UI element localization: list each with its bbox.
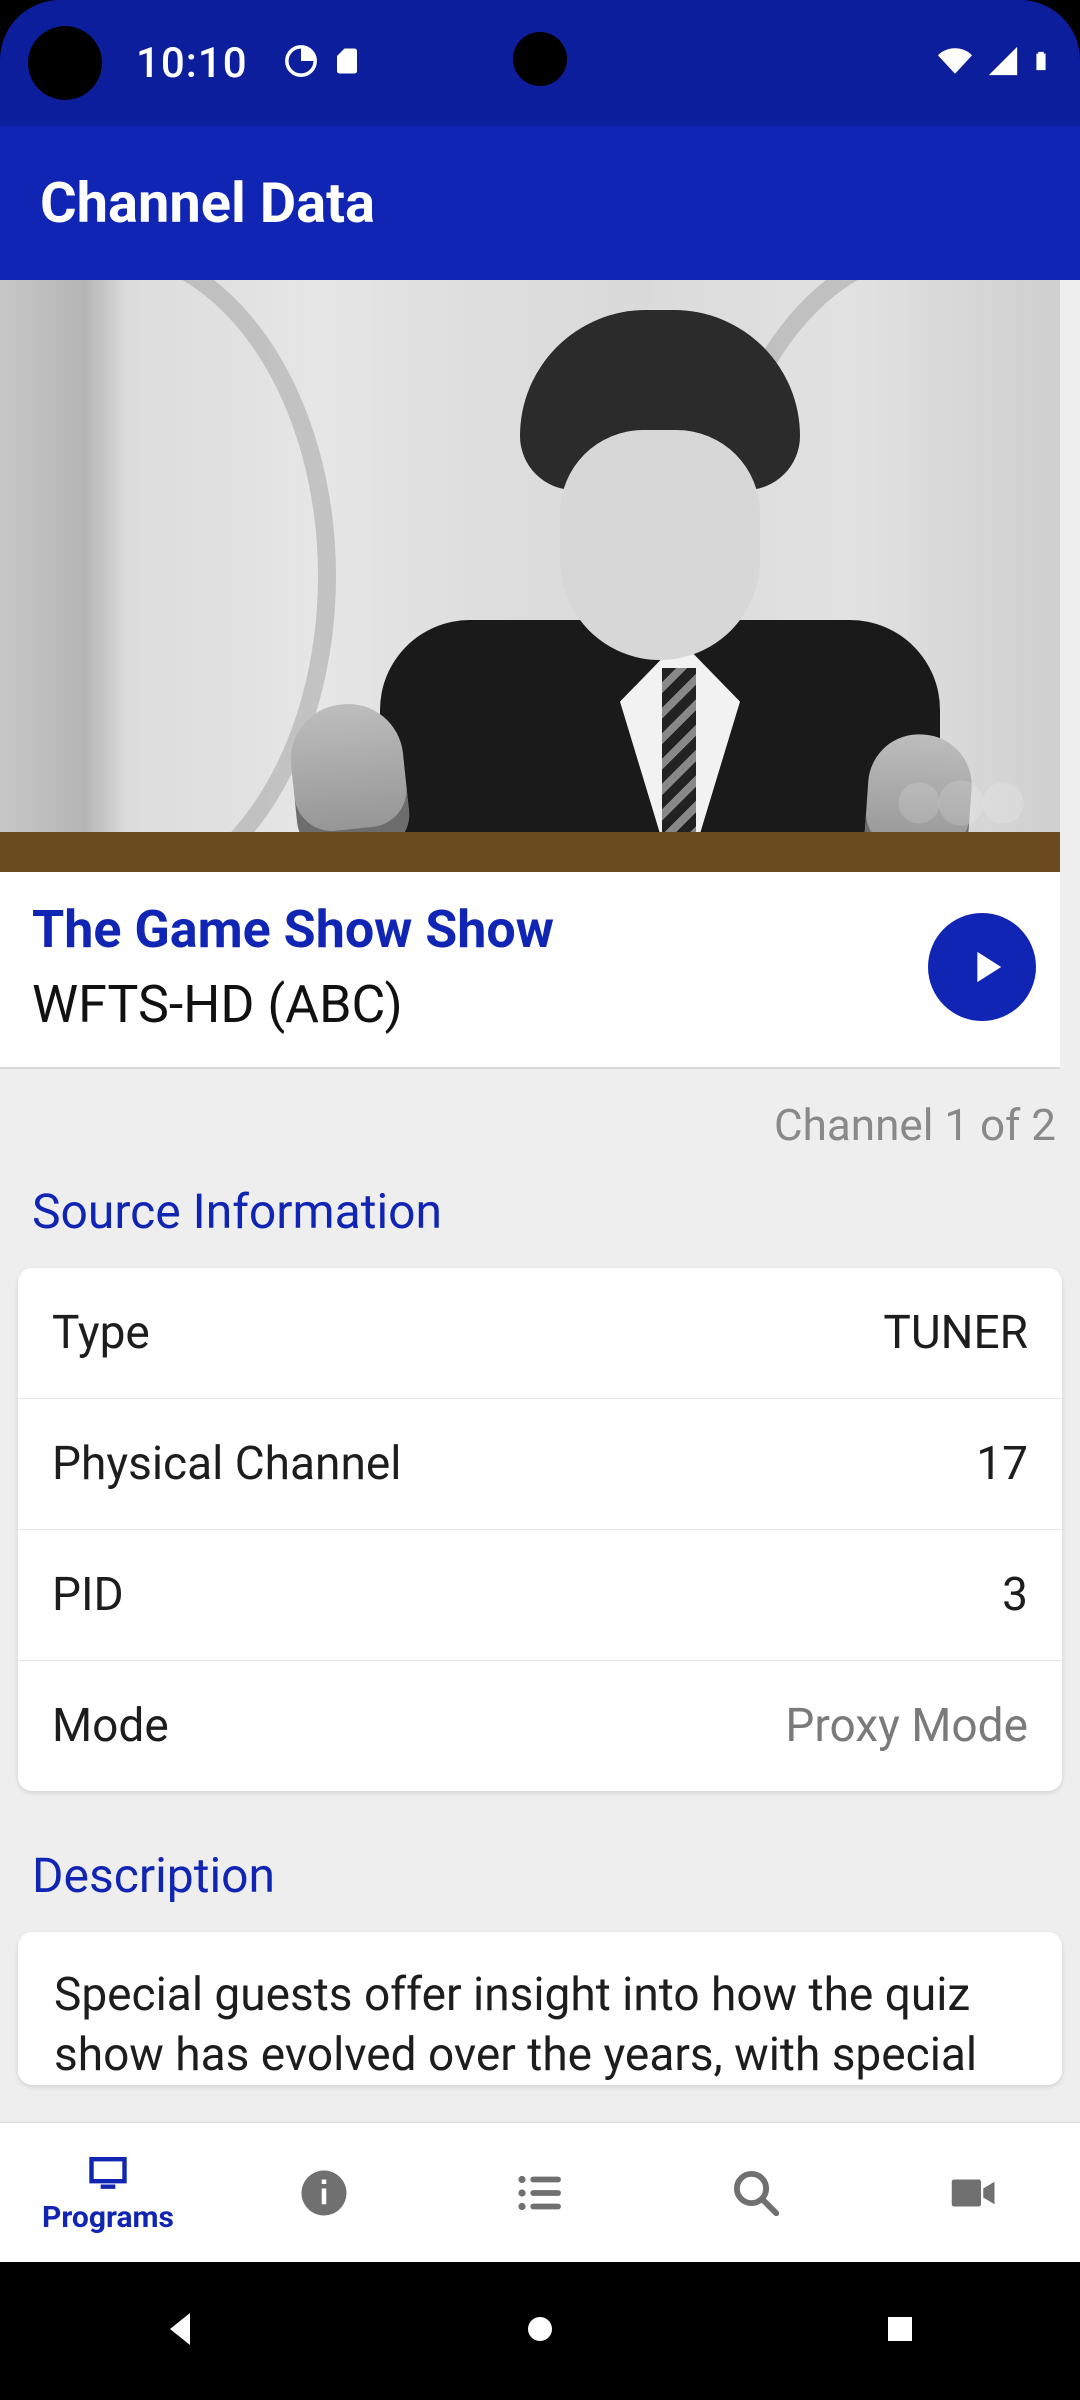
channel-counter: Channel 1 of 2 [0,1069,1080,1161]
row-physical-channel-value: 17 [976,1437,1028,1491]
program-title: The Game Show Show [32,900,554,960]
content-scroll[interactable]: The Game Show Show WFTS-HD (ABC) Channel… [0,280,1080,2124]
source-info-heading: Source Information [0,1161,1080,1268]
nav-list[interactable] [432,2123,648,2262]
video-icon [945,2166,999,2220]
page-title: Channel Data [40,170,375,236]
row-type-value: TUNER [883,1306,1028,1360]
sd-card-icon [332,43,362,83]
battery-icon [1030,42,1052,84]
status-clock: 10:10 [136,39,248,88]
row-pid-label: PID [52,1568,124,1622]
nav-search[interactable] [648,2123,864,2262]
row-physical-channel: Physical Channel 17 [18,1399,1062,1530]
info-icon [297,2166,351,2220]
row-mode-value: Proxy Mode [785,1699,1028,1753]
nav-programs-label: Programs [42,2200,174,2235]
bottom-nav: Programs [0,2122,1080,2262]
sys-back-button[interactable] [156,2305,204,2357]
description-text: Special guests offer insight into how th… [54,1966,1026,2086]
app-bar: Channel Data [0,126,1080,280]
row-pid-value: 3 [1002,1568,1028,1622]
program-header: The Game Show Show WFTS-HD (ABC) [0,872,1060,1069]
row-type-label: Type [52,1306,150,1360]
list-icon [513,2166,567,2220]
data-saver-icon [284,44,318,82]
row-physical-channel-label: Physical Channel [52,1437,401,1491]
sys-home-button[interactable] [516,2305,564,2357]
system-nav-bar [0,2262,1080,2400]
description-card: Special guests offer insight into how th… [18,1932,1062,2086]
nav-info[interactable] [216,2123,432,2262]
status-avatar-dot [28,26,102,100]
wifi-icon [934,44,976,82]
nav-video[interactable] [864,2123,1080,2262]
camera-notch [513,32,567,86]
play-button[interactable] [928,913,1036,1021]
row-type: Type TUNER [18,1268,1062,1399]
nav-programs[interactable]: Programs [0,2123,216,2262]
play-icon [960,941,1012,993]
cell-signal-icon [986,44,1020,82]
tv-icon [79,2150,137,2194]
row-mode: Mode Proxy Mode [18,1661,1062,1791]
program-channel: WFTS-HD (ABC) [32,974,554,1035]
sys-recents-button[interactable] [876,2305,924,2357]
network-logo-watermark [886,768,1036,838]
description-heading: Description [0,1825,1080,1932]
source-info-card: Type TUNER Physical Channel 17 PID 3 Mod… [18,1268,1062,1791]
row-mode-label: Mode [52,1699,169,1753]
program-thumbnail [0,280,1060,872]
row-pid: PID 3 [18,1530,1062,1661]
search-icon [729,2166,783,2220]
